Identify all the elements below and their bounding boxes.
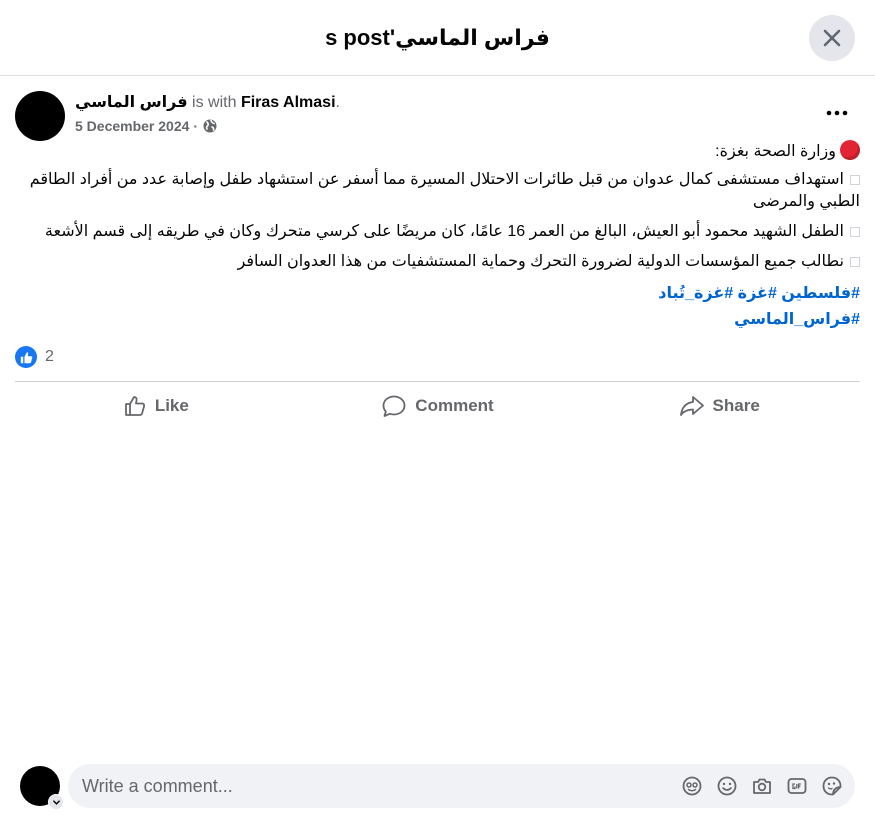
globe-icon[interactable] [202,118,218,134]
with-text: is with [192,94,237,111]
post-heading-text: وزارة الصحة بغزة: [715,143,836,160]
more-icon [826,110,848,116]
close-button[interactable] [809,15,855,61]
date-separator: · [193,118,199,134]
post-body: وزارة الصحة بغزة: استهداف مستشفى كمال عد… [15,140,860,333]
period: . [335,94,340,111]
like-reaction-icon [15,346,37,368]
reaction-count: 2 [45,348,54,365]
hashtag-line[interactable]: #فلسطين #غزة #غزة_تُباد [15,281,860,307]
tagged-user[interactable]: Firas Almasi [241,94,336,111]
emoji-icon [717,776,736,795]
modal-title: فراس الماسي's post [325,24,550,50]
author-avatar[interactable] [15,91,65,141]
comment-composer [20,764,855,810]
bullet-icon [850,174,860,185]
post-modal: فراس الماسي's post فراس الماسي is with F… [0,0,875,832]
post-author-row: فراس الماسي is with Firas Almasi. 5 Dece… [15,76,860,142]
like-button[interactable]: Like [15,382,297,429]
post-date[interactable]: 5 December 2024 [75,118,189,134]
post-paragraph-text: الطفل الشهيد محمود أبو العيش، البالغ من … [44,223,844,240]
more-options-button[interactable] [824,100,850,126]
modal-header: فراس الماسي's post [0,0,875,76]
post: فراس الماسي is with Firas Almasi. 5 Dece… [15,76,860,429]
chevron-down-icon[interactable] [48,794,64,810]
post-actions: Like Comment Share [15,381,860,429]
gif-icon [787,777,806,794]
post-paragraph-text: استهداف مستشفى كمال عدوان من قبل طائرات … [29,171,860,210]
hashtags: #فلسطين #غزة #غزة_تُباد #فراس_الماسي [15,281,860,333]
post-paragraph: الطفل الشهيد محمود أبو العيش، البالغ من … [15,221,860,243]
camera-button[interactable] [750,774,773,797]
avatar-sticker-button[interactable] [680,774,703,797]
hashtag-line[interactable]: #فراس_الماسي [15,307,860,333]
post-paragraph: استهداف مستشفى كمال عدوان من قبل طائرات … [15,169,860,213]
post-paragraph-text: نطالب جميع المؤسسات الدولية لضرورة التحر… [237,253,844,270]
post-heading: وزارة الصحة بغزة: [15,140,860,163]
reaction-summary[interactable]: 2 [15,337,860,377]
avatar-sticker-icon [682,776,701,795]
comment-button[interactable]: Comment [297,382,579,429]
comment-tools [680,774,843,797]
bullet-icon [850,226,860,237]
emoji-button[interactable] [715,774,738,797]
thumbs-up-icon [124,395,145,416]
sticker-icon [822,776,841,795]
share-label: Share [712,395,760,415]
gif-button[interactable] [785,774,808,797]
comment-input[interactable] [82,775,662,797]
close-icon [823,29,841,47]
current-user-avatar[interactable] [20,766,64,810]
sticker-button[interactable] [820,774,843,797]
share-icon [679,395,704,416]
comment-input-wrapper [68,764,855,808]
author-name[interactable]: فراس الماسي [75,94,188,111]
post-meta: 5 December 2024 · [75,118,218,134]
camera-icon [752,778,771,794]
comment-icon [382,395,406,417]
post-paragraph: نطالب جميع المؤسسات الدولية لضرورة التحر… [15,251,860,273]
comment-label: Comment [415,395,494,415]
like-label: Like [154,395,189,415]
bullet-icon [850,256,860,267]
red-circle-icon [840,140,860,160]
author-line: فراس الماسي is with Firas Almasi. [75,92,340,112]
share-button[interactable]: Share [578,382,860,429]
